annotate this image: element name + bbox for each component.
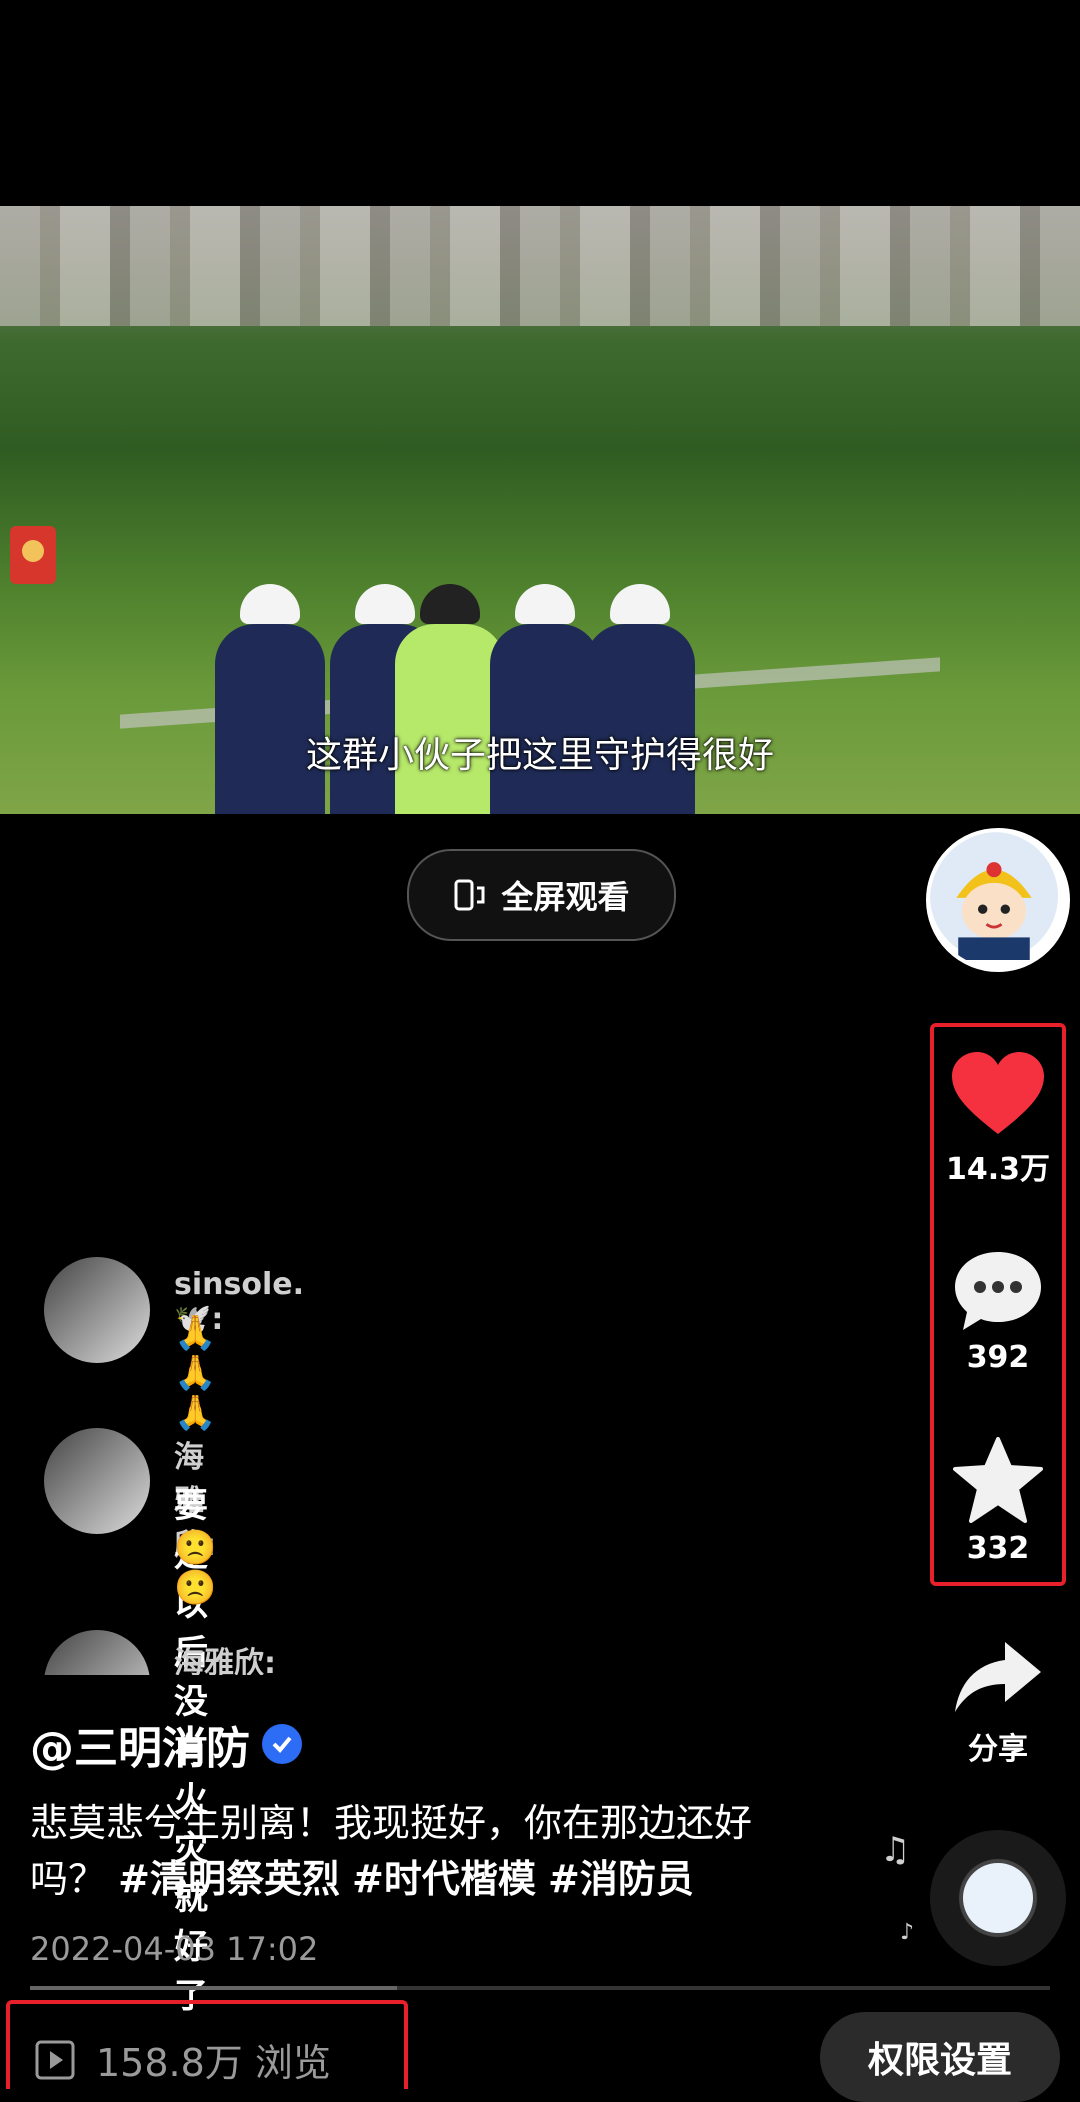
hashtag[interactable]: #时代楷模: [352, 1857, 536, 1901]
hashtag[interactable]: #清明祭英烈: [118, 1857, 340, 1901]
avatar[interactable]: [44, 1630, 150, 1675]
like-count: 14.3万: [945, 1152, 1051, 1187]
author-handle: @三明消防: [30, 1723, 250, 1774]
heart-icon: [952, 1052, 1044, 1134]
video-person: [395, 584, 505, 814]
progress-bar[interactable]: [30, 1986, 1050, 1990]
share-button[interactable]: 分享: [930, 1640, 1066, 1768]
video-person: [215, 584, 325, 814]
avatar[interactable]: [44, 1257, 150, 1363]
favorite-count: 332: [966, 1531, 1030, 1566]
post-date: 2022-04-03 17:02: [30, 1930, 319, 1968]
hashtag[interactable]: #消防员: [548, 1857, 694, 1901]
comment-text: 🙏🙏🙏: [174, 1313, 217, 1433]
list-item[interactable]: 海雅欣:: [44, 1630, 744, 1675]
video-person: [490, 584, 600, 814]
views-count: 158.8万 浏览: [96, 2041, 331, 2085]
play-icon: [35, 2040, 75, 2079]
video-person: [585, 584, 695, 814]
red-packet-icon[interactable]: [10, 526, 56, 584]
video-background-city: [0, 206, 1080, 326]
firefighter-avatar-icon: [930, 832, 1058, 960]
share-icon: [955, 1642, 1041, 1712]
comment-button[interactable]: 392: [930, 1250, 1066, 1375]
fullscreen-button[interactable]: 全屏观看: [407, 849, 676, 941]
views-stat[interactable]: 158.8万 浏览: [34, 2032, 331, 2087]
music-disc-button[interactable]: [930, 1830, 1066, 1966]
comment-emoji: 🙁🙁: [174, 1528, 217, 1608]
star-icon: [953, 1437, 1043, 1523]
video-player[interactable]: 这群小伙子把这里守护得很好: [0, 206, 1080, 814]
music-note-icon: ♫: [880, 1830, 911, 1870]
favorite-button[interactable]: 332: [930, 1437, 1066, 1566]
comment-icon: [955, 1252, 1041, 1330]
verified-icon: [262, 1724, 302, 1764]
share-label: 分享: [968, 1732, 1028, 1767]
music-avatar: [963, 1863, 1033, 1933]
progress-fill: [30, 1986, 398, 1990]
comment-user: 海雅欣:: [174, 1646, 276, 1675]
video-subtitle: 这群小伙子把这里守护得很好: [305, 735, 774, 776]
fullscreen-label: 全屏观看: [501, 878, 630, 916]
post-description: 悲莫悲兮生别离！我现挺好，你在那边还好吗？ #清明祭英烈 #时代楷模 #消防员: [30, 1795, 820, 1907]
comment-count: 392: [966, 1340, 1030, 1375]
like-button[interactable]: 14.3万: [930, 1050, 1066, 1188]
fullscreen-icon: [454, 879, 485, 911]
author-name[interactable]: @三明消防: [30, 1712, 302, 1776]
avatar[interactable]: [44, 1428, 150, 1534]
music-note-icon: ♪: [900, 1920, 915, 1945]
author-avatar[interactable]: [926, 828, 1070, 972]
